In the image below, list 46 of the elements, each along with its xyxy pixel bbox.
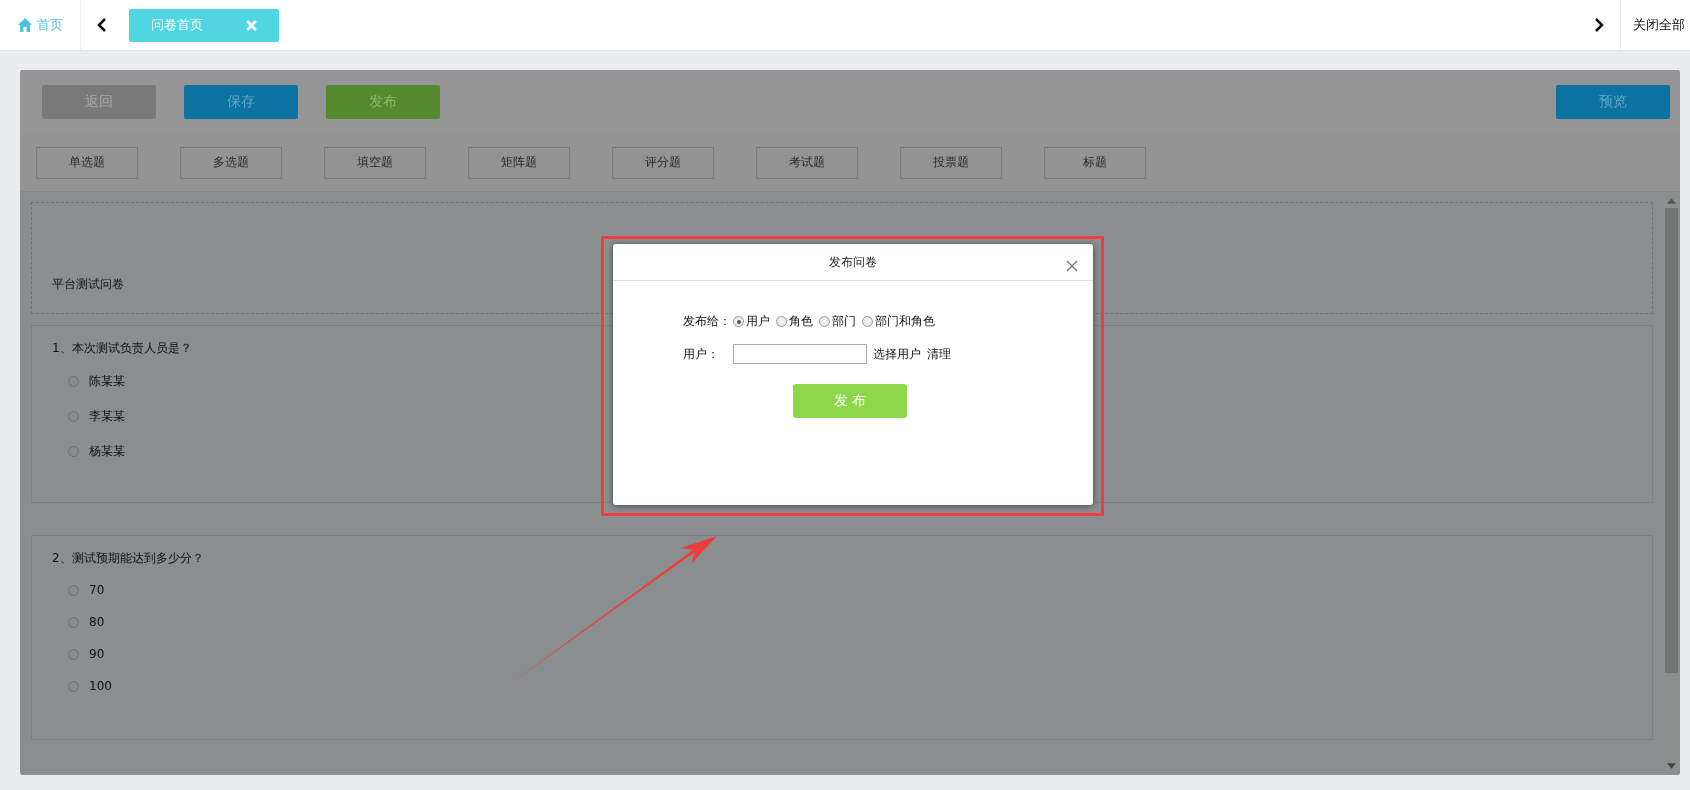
radio-button[interactable] bbox=[68, 376, 79, 387]
option-label: 70 bbox=[89, 583, 105, 597]
question-type-button[interactable]: 标题 bbox=[1044, 146, 1146, 179]
question-type-button[interactable]: 评分题 bbox=[612, 146, 714, 179]
field-label: 用户： bbox=[683, 345, 720, 363]
option-label: 100 bbox=[89, 679, 112, 693]
question-type-button[interactable]: 多选题 bbox=[180, 146, 282, 179]
radio-button[interactable] bbox=[68, 680, 79, 692]
question-title: 1、本次测试负责人员是？ bbox=[52, 340, 192, 357]
link[interactable]: 清理 bbox=[927, 345, 951, 363]
radio-label: 部门和角色 bbox=[875, 313, 935, 330]
close-icon[interactable] bbox=[1066, 260, 1078, 272]
radio-button[interactable] bbox=[68, 411, 79, 422]
radio-button[interactable] bbox=[862, 316, 873, 327]
option-label: 90 bbox=[89, 647, 105, 661]
radio-button[interactable] bbox=[733, 316, 744, 327]
close-all-button[interactable]: 关闭全部 bbox=[1620, 0, 1690, 50]
chevron-left-icon bbox=[97, 18, 107, 32]
survey-subtitle: 平台测试问卷 bbox=[52, 276, 124, 293]
radio-label: 角色 bbox=[789, 313, 813, 330]
question-type-button[interactable]: 考试题 bbox=[756, 146, 858, 179]
radio-button[interactable] bbox=[776, 316, 787, 327]
question-type-button[interactable]: 填空题 bbox=[324, 146, 426, 179]
radio-label: 部门 bbox=[832, 313, 856, 330]
radio-button[interactable] bbox=[819, 316, 830, 327]
radio-button[interactable] bbox=[68, 446, 79, 457]
radio-button[interactable] bbox=[68, 616, 79, 628]
home-icon bbox=[17, 17, 33, 33]
field-label: 发布给： bbox=[683, 313, 731, 330]
question-type-button[interactable]: 单选题 bbox=[36, 146, 138, 179]
dialog-title: 发布问卷 bbox=[829, 253, 877, 271]
question-title: 2、测试预期能达到多少分？ bbox=[52, 550, 204, 567]
chevron-right-icon bbox=[1594, 18, 1604, 32]
question-type-button[interactable]: 投票题 bbox=[900, 146, 1002, 179]
question-type-button[interactable]: 矩阵题 bbox=[468, 146, 570, 179]
radio-label: 用户 bbox=[746, 313, 770, 330]
user-input-field[interactable] bbox=[733, 344, 867, 364]
link[interactable]: 选择用户 bbox=[873, 345, 921, 363]
option-label: 80 bbox=[89, 615, 105, 629]
scroll-up-icon[interactable] bbox=[1667, 198, 1676, 204]
radio-button[interactable] bbox=[68, 584, 79, 596]
option-label: 李某某 bbox=[89, 408, 125, 425]
radio-button[interactable] bbox=[68, 648, 79, 660]
option-label: 杨某某 bbox=[89, 443, 125, 460]
scroll-down-icon[interactable] bbox=[1667, 763, 1676, 769]
option-label: 陈某某 bbox=[89, 373, 125, 390]
